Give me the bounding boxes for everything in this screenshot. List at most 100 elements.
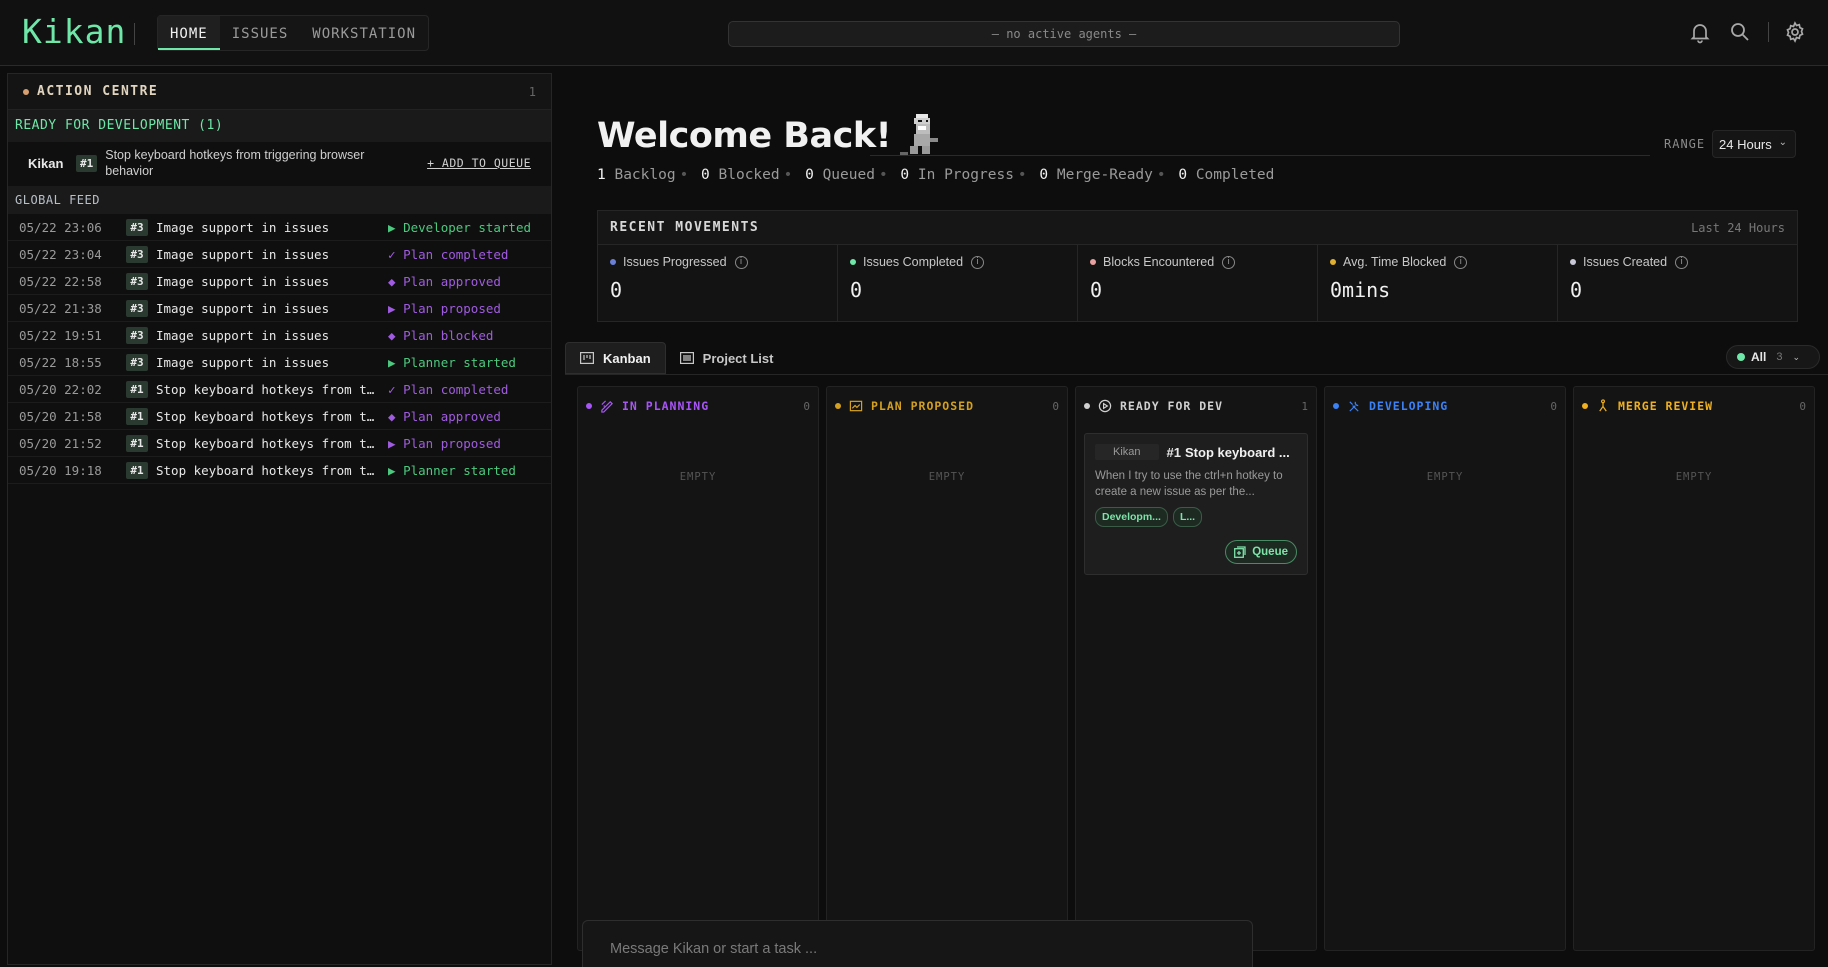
app-logo[interactable]: Kikan <box>22 12 126 51</box>
action-centre-header: ACTION CENTRE 1 <box>8 74 551 110</box>
issue-card[interactable]: Kikan #1 Stop keyboard ... When I try to us… <box>1084 433 1308 575</box>
stat-in-progress-label: In Progress <box>917 167 1014 183</box>
metrics-row: Issues Progressed i 0 Issues Completed i 0 Blo… <box>598 245 1797 321</box>
metric-label-row: Issues Created i <box>1570 255 1785 269</box>
feed-issue-title[interactable]: Stop keyboard hotkeys from t… <box>156 382 376 397</box>
agents-status-bar[interactable]: — no active agents — <box>728 21 1400 47</box>
nav-home[interactable]: HOME <box>158 16 220 50</box>
feed-issue-title[interactable]: Image support in issues <box>156 301 376 316</box>
feed-issue-title[interactable]: Image support in issues <box>156 247 376 262</box>
feed-time: 05/22 21:38 <box>19 300 102 316</box>
action-centre-title: ACTION CENTRE <box>37 84 159 99</box>
feed-event-label: Plan approved <box>403 408 501 424</box>
feed-row[interactable]: 05/22 22:58 #3 Image support in issues ◆ Pl… <box>8 268 551 295</box>
message-input[interactable]: Message Kikan or start a task ... <box>582 920 1253 967</box>
feed-row[interactable]: 05/22 19:51 #3 Image support in issues ◆ Pl… <box>8 322 551 349</box>
column-dot <box>1084 403 1090 409</box>
gear-icon[interactable] <box>1783 20 1807 44</box>
kanban-column: MERGE REVIEW 0 EMPTY <box>1573 386 1815 951</box>
chevron-down-icon: ⌄ <box>1792 351 1801 362</box>
feed-row[interactable]: 05/22 21:38 #3 Image support in issues ▶ Pl… <box>8 295 551 322</box>
metric-value: 0 <box>1090 278 1103 302</box>
metric-card: Issues Created i 0 <box>1558 245 1797 321</box>
issue-id-badge: #3 <box>126 218 148 236</box>
action-centre-count: 1 <box>528 84 536 99</box>
add-to-queue-button[interactable]: + ADD TO QUEUE <box>427 156 531 170</box>
feed-time: 05/22 18:55 <box>19 354 102 370</box>
feed-row[interactable]: 05/20 21:58 #1 Stop keyboard hotkeys from … <box>8 403 551 430</box>
card-tags: Developm... L... <box>1095 507 1297 527</box>
kanban-column: PLAN PROPOSED 0 EMPTY <box>826 386 1068 951</box>
column-header: PLAN PROPOSED 0 <box>827 387 1067 425</box>
chart-icon <box>849 400 863 412</box>
range-label: RANGE <box>1664 137 1706 151</box>
column-dot <box>1582 403 1588 409</box>
feed-event-label: Planner started <box>403 462 516 478</box>
stat-merge-ready-label: Merge-Ready <box>1056 167 1153 183</box>
issue-id-badge: #1 <box>126 380 148 398</box>
feed-time: 05/20 19:18 <box>19 462 102 478</box>
event-icon: ▶ <box>388 300 396 316</box>
tab-project-list[interactable]: Project List <box>666 342 788 374</box>
tab-kanban[interactable]: Kanban <box>565 342 666 374</box>
metric-dot <box>1570 259 1576 265</box>
event-icon: ▶ <box>388 435 396 451</box>
column-count: 1 <box>1301 399 1308 413</box>
stat-completed-count: 0 <box>1178 167 1188 183</box>
metric-dot <box>850 259 856 265</box>
issue-title[interactable]: Stop keyboard hotkeys from triggering br… <box>105 147 405 179</box>
recent-movements-range: Last 24 Hours <box>1691 220 1785 235</box>
info-icon[interactable]: i <box>1222 255 1236 269</box>
filter-count: 3 <box>1776 351 1783 363</box>
info-icon[interactable]: i <box>734 255 748 269</box>
issue-id-badge: #3 <box>126 326 148 344</box>
info-icon[interactable]: i <box>1675 255 1689 269</box>
card-project: Kikan <box>1095 444 1159 460</box>
feed-event: ✓ Plan completed <box>388 382 508 397</box>
issue-id-badge: #3 <box>126 245 148 263</box>
feed-event: ◆ Plan approved <box>388 274 501 289</box>
kanban-column: IN PLANNING 0 EMPTY <box>577 386 819 951</box>
column-dot <box>586 403 592 409</box>
feed-event-label: Plan proposed <box>403 435 501 451</box>
project-filter[interactable]: All 3 ⌄ <box>1726 345 1820 369</box>
feed-issue-title[interactable]: Stop keyboard hotkeys from t… <box>156 463 376 478</box>
feed-row[interactable]: 05/22 18:55 #3 Image support in issues ▶ Pl… <box>8 349 551 376</box>
metric-dot <box>1090 259 1096 265</box>
info-icon[interactable]: i <box>971 255 985 269</box>
feed-time: 05/22 22:58 <box>19 273 102 289</box>
range-select[interactable]: 24 Hours ⌄ <box>1712 130 1796 158</box>
feed-issue-title[interactable]: Stop keyboard hotkeys from t… <box>156 409 376 424</box>
stat-in-progress-count: 0 <box>900 167 910 183</box>
nav-workstation[interactable]: WORKSTATION <box>300 16 428 50</box>
metric-dot <box>1330 259 1336 265</box>
feed-row[interactable]: 05/22 23:06 #3 Image support in issues ▶ De… <box>8 214 551 241</box>
search-icon[interactable] <box>1728 20 1752 44</box>
feed-row[interactable]: 05/22 23:04 #3 Image support in issues ✓ Pl… <box>8 241 551 268</box>
feed-row[interactable]: 05/20 19:18 #1 Stop keyboard hotkeys from … <box>8 457 551 484</box>
feed-issue-title[interactable]: Stop keyboard hotkeys from t… <box>156 436 376 451</box>
ready-item[interactable]: Kikan #1 Stop keyboard hotkeys from trig… <box>8 142 551 184</box>
feed-issue-title[interactable]: Image support in issues <box>156 355 376 370</box>
feed-row[interactable]: 05/20 21:52 #1 Stop keyboard hotkeys from … <box>8 430 551 457</box>
metric-label: Issues Created <box>1583 255 1668 269</box>
list-icon <box>679 352 694 364</box>
feed-issue-title[interactable]: Image support in issues <box>156 274 376 289</box>
merge-icon <box>1599 399 1607 412</box>
queue-button[interactable]: Queue <box>1225 540 1297 564</box>
feed-issue-title[interactable]: Image support in issues <box>156 220 376 235</box>
feed-event: ▶ Developer started <box>388 220 531 235</box>
range-value: 24 Hours <box>1719 137 1772 152</box>
bell-icon[interactable] <box>1688 20 1712 44</box>
global-feed-header: GLOBAL FEED <box>8 186 551 214</box>
column-count: 0 <box>1799 399 1806 413</box>
nav-issues[interactable]: ISSUES <box>220 16 301 50</box>
info-icon[interactable]: i <box>1454 255 1468 269</box>
feed-event: ▶ Planner started <box>388 355 516 370</box>
feed-row[interactable]: 05/20 22:02 #1 Stop keyboard hotkeys from … <box>8 376 551 403</box>
kanban-board: IN PLANNING 0 EMPTY PLAN PROPOSED 0 EMPTY READ… <box>577 386 1817 951</box>
feed-issue-title[interactable]: Image support in issues <box>156 328 376 343</box>
kanban-column: DEVELOPING 0 EMPTY <box>1324 386 1566 951</box>
kanban-column: READY FOR DEV 1 Kikan #1 Stop keyboard ... Wh… <box>1075 386 1317 951</box>
main-nav: HOME ISSUES WORKSTATION <box>157 15 430 51</box>
